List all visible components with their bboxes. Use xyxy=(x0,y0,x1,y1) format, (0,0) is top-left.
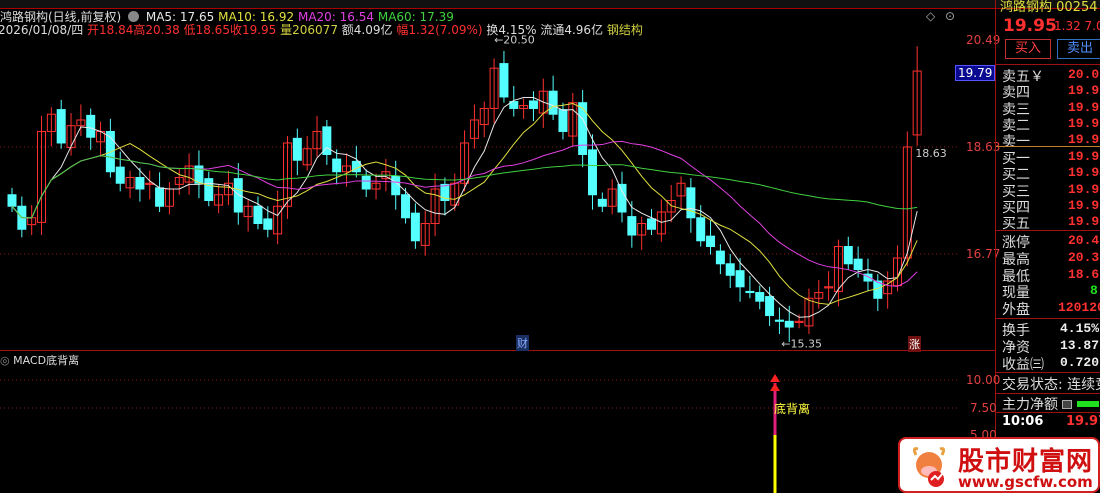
stats2-value: 13.87 xyxy=(1060,338,1100,353)
asks-value: 20.00 xyxy=(1068,67,1100,82)
candle xyxy=(332,158,342,173)
candle xyxy=(647,218,657,230)
candle xyxy=(7,194,17,207)
candle xyxy=(853,258,863,271)
stats-label: 外盘 xyxy=(1002,302,1030,319)
divider xyxy=(996,146,1100,147)
finance-badge[interactable]: 财 xyxy=(516,335,529,351)
candle xyxy=(784,320,794,328)
bids-value: 19.92 xyxy=(1068,197,1100,213)
candle xyxy=(578,102,588,155)
candle xyxy=(361,175,371,190)
candle xyxy=(499,63,509,98)
candle xyxy=(558,109,568,132)
high-marker: ←20.50 xyxy=(494,33,535,46)
candle xyxy=(391,175,401,196)
candle xyxy=(755,292,765,302)
stock-name: 鸿路钢构 00254 xyxy=(1000,0,1098,15)
sell-button[interactable]: 卖出 xyxy=(1057,39,1100,59)
candle xyxy=(401,194,411,219)
candle xyxy=(86,114,96,138)
candle xyxy=(706,235,716,248)
stats-value: 8 xyxy=(1090,283,1098,299)
stats-value: 20.38 xyxy=(1068,249,1100,265)
candle xyxy=(715,250,725,265)
divider xyxy=(996,230,1100,231)
low-marker: ←15.35 xyxy=(781,338,822,350)
candle xyxy=(233,178,243,213)
asks-value: 19.98 xyxy=(1068,99,1100,115)
candle xyxy=(115,166,125,184)
candle xyxy=(56,109,66,144)
main-flow-label: 主力净额 xyxy=(1002,397,1058,413)
trade-status: 交易状态: 连续竞 xyxy=(1002,377,1100,393)
candle xyxy=(263,218,273,230)
candle xyxy=(735,270,745,288)
candle xyxy=(696,217,706,242)
candle xyxy=(745,290,755,294)
candle xyxy=(587,149,597,196)
stats-value: 20.49 xyxy=(1068,233,1100,248)
candle xyxy=(135,176,145,190)
stats2-value: 0.720 xyxy=(1060,355,1100,370)
tick-time: 10:06 xyxy=(1002,414,1044,429)
watermark: 股市财富网 www.gscfw.com xyxy=(898,437,1100,493)
candle xyxy=(617,183,627,213)
candlestick-chart[interactable]: ←20.50 ←15.35 18.63 xyxy=(0,10,960,350)
candle xyxy=(843,246,853,265)
menu-icon[interactable] xyxy=(1062,400,1073,409)
bids-value: 19.91 xyxy=(1068,214,1100,230)
candle xyxy=(627,216,637,236)
stats-value: 120120 xyxy=(1058,300,1100,316)
buy-button[interactable]: 买入 xyxy=(1005,39,1051,59)
tick-price: 19.97 xyxy=(1066,414,1100,429)
stats2-label: 收益㈢ xyxy=(1002,357,1044,373)
change-value: 1.32 xyxy=(1054,19,1081,33)
vertical-divider xyxy=(995,0,996,493)
asks-value: 19.99 xyxy=(1068,83,1100,99)
candle xyxy=(155,187,165,207)
candle xyxy=(528,100,538,109)
divider xyxy=(996,64,1100,65)
change-percent: 7.0 xyxy=(1084,19,1100,33)
bids-value: 19.94 xyxy=(1068,165,1100,181)
flow-bar xyxy=(1076,401,1099,407)
limit-up-badge[interactable]: 涨 xyxy=(908,336,921,352)
divider xyxy=(996,318,1100,319)
candle xyxy=(253,205,263,225)
candle xyxy=(292,137,302,161)
macd-tick: 10.00 xyxy=(966,373,1001,387)
macd-panel[interactable] xyxy=(0,351,995,493)
bull-logo-icon xyxy=(912,447,946,487)
candle xyxy=(774,319,784,322)
last-close-marker: 18.63 xyxy=(915,147,947,160)
price-change: 1.32 7.0 xyxy=(1054,19,1100,33)
current-price: 19.95 xyxy=(1003,16,1057,36)
divergence-label: 底背离 xyxy=(774,402,811,416)
asks-value: 19.96 xyxy=(1068,132,1100,148)
asks-value: 19.97 xyxy=(1068,115,1100,131)
candle xyxy=(410,212,420,242)
arrow-up-icon xyxy=(770,374,780,391)
bids-value: 19.95 xyxy=(1068,149,1100,164)
candle xyxy=(686,187,696,219)
cursor-price-label: 19.79 xyxy=(955,65,995,81)
candle xyxy=(204,178,214,201)
candle xyxy=(725,263,735,276)
bids-value: 19.93 xyxy=(1068,181,1100,197)
main-flow: 主力净额 xyxy=(1002,394,1099,414)
watermark-url: www.gscfw.com xyxy=(958,473,1093,491)
divider xyxy=(996,372,1100,373)
candle xyxy=(597,198,607,207)
stats-value: 18.65 xyxy=(1068,266,1100,282)
stats2-value: 4.15% xyxy=(1060,321,1100,336)
candle xyxy=(765,296,775,317)
candle xyxy=(548,90,558,115)
macd-tick: 7.50 xyxy=(970,401,997,415)
